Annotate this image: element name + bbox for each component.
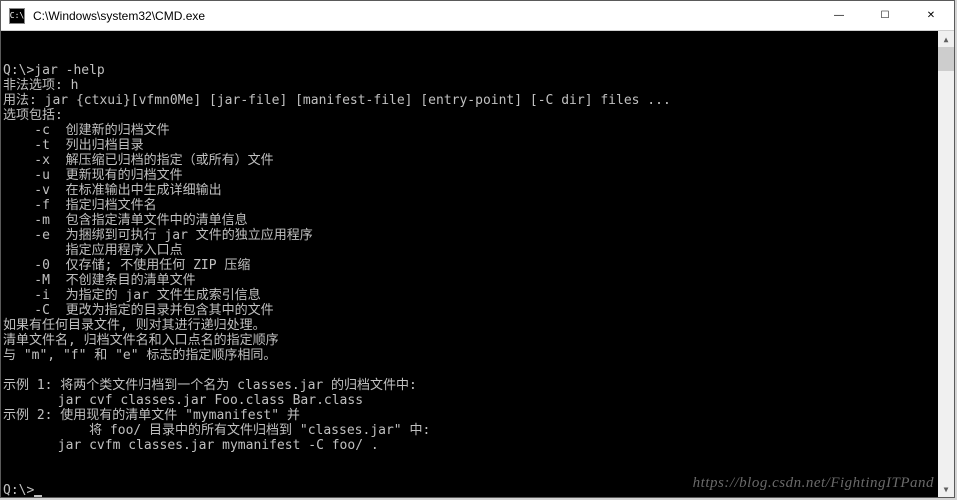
scrollbar-vertical[interactable]: ▲ ▼	[938, 31, 954, 497]
window-title: C:\Windows\system32\CMD.exe	[33, 9, 816, 23]
scroll-up-arrow-icon[interactable]: ▲	[938, 31, 954, 47]
cmd-window: C:\ C:\Windows\system32\CMD.exe — ☐ ✕ Q:…	[0, 0, 955, 498]
titlebar[interactable]: C:\ C:\Windows\system32\CMD.exe — ☐ ✕	[1, 1, 954, 31]
console-output: Q:\>jar -help 非法选项: h 用法: jar {ctxui}[vf…	[3, 63, 950, 497]
cmd-icon: C:\	[9, 8, 25, 24]
scroll-down-arrow-icon[interactable]: ▼	[938, 481, 954, 497]
watermark-text: https://blog.csdn.net/FightingITPand	[693, 476, 934, 491]
scrollbar-thumb[interactable]	[938, 47, 954, 71]
window-controls: — ☐ ✕	[816, 1, 954, 30]
maximize-button[interactable]: ☐	[862, 1, 908, 30]
console-area[interactable]: Q:\>jar -help 非法选项: h 用法: jar {ctxui}[vf…	[1, 31, 954, 497]
minimize-button[interactable]: —	[816, 1, 862, 30]
cursor	[34, 495, 42, 497]
close-button[interactable]: ✕	[908, 1, 954, 30]
